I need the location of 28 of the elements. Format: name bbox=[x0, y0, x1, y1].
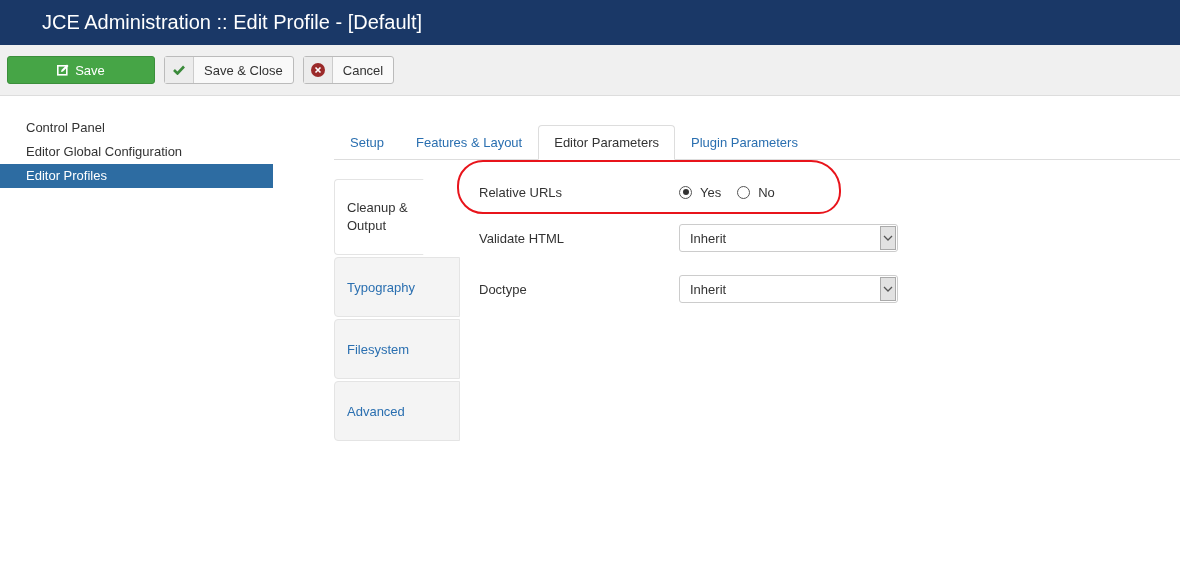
chevron-down-icon bbox=[883, 286, 893, 292]
radio-label: No bbox=[758, 184, 775, 200]
side-tab[interactable]: Advanced bbox=[334, 381, 460, 441]
radio-button[interactable] bbox=[679, 185, 692, 199]
sidebar-item[interactable]: Editor Global Configuration bbox=[0, 140, 273, 164]
chevron-down-icon bbox=[883, 235, 893, 241]
tab[interactable]: Editor Parameters bbox=[538, 125, 675, 160]
side-tab[interactable]: Typography bbox=[334, 257, 460, 317]
field-label: Validate HTML bbox=[479, 230, 565, 246]
dropdown-field[interactable]: Inherit bbox=[679, 275, 898, 303]
field-label: Relative URLs bbox=[479, 184, 564, 200]
window-title: JCE Administration :: Edit Profile - [Default] bbox=[42, 11, 423, 34]
dropdown-field[interactable]: Inherit bbox=[679, 224, 898, 252]
edit-icon bbox=[57, 64, 70, 76]
sidebar-item[interactable]: Control Panel bbox=[0, 116, 273, 140]
tab[interactable]: Features & Layout bbox=[400, 125, 539, 160]
cancel-button[interactable]: Cancel bbox=[302, 56, 395, 84]
check-icon bbox=[173, 65, 185, 75]
tab[interactable]: Setup bbox=[334, 125, 400, 160]
field-label: Doctype bbox=[479, 281, 528, 297]
radio-button[interactable] bbox=[737, 185, 751, 199]
radio-label: Yes bbox=[700, 184, 722, 200]
tab[interactable]: Plugin Parameters bbox=[675, 125, 814, 160]
side-tab[interactable]: Filesystem bbox=[334, 319, 460, 379]
save-close-button[interactable]: Save & Close bbox=[164, 56, 294, 84]
side-tab[interactable]: Cleanup & Output bbox=[334, 179, 424, 255]
sidebar-item[interactable]: Editor Profiles bbox=[0, 164, 273, 188]
close-icon bbox=[310, 63, 325, 77]
